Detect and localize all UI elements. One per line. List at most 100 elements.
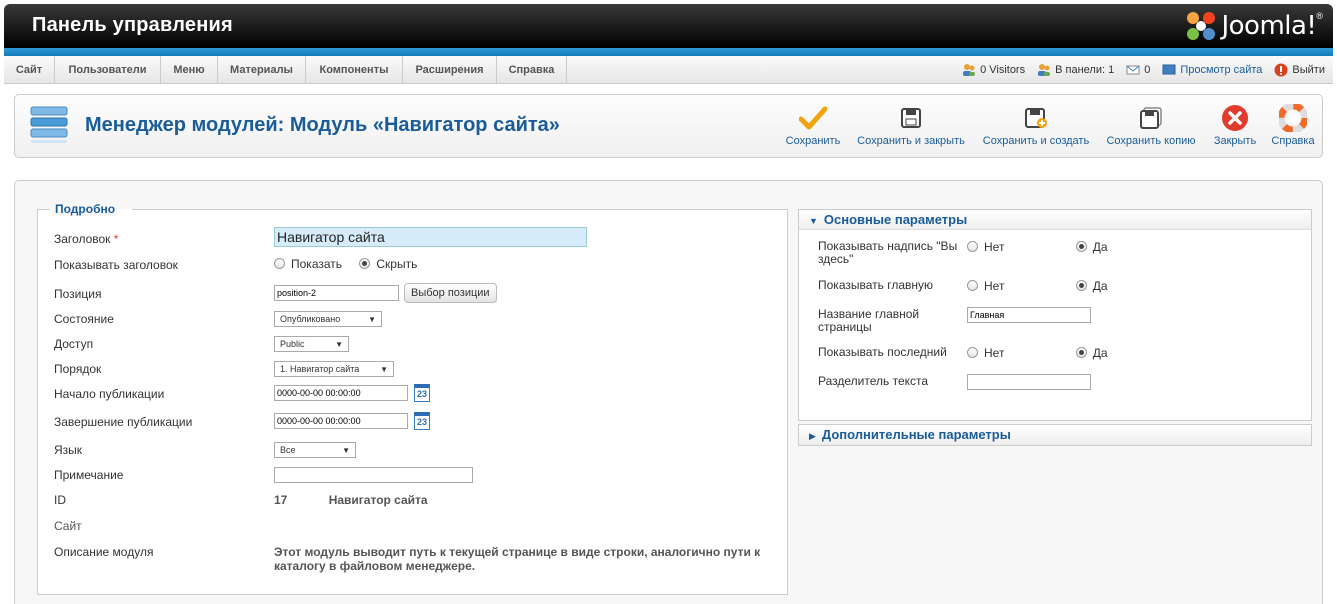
show-title-radios: Показать Скрыть [274, 257, 417, 271]
show-home-radios: Нет Да [967, 279, 1108, 293]
show-home-label: Показывать главную [818, 278, 934, 292]
order-select[interactable]: 1. Навигатор сайта ▼ [274, 361, 394, 377]
show-here-opt-yes: Да [1092, 240, 1108, 254]
dropdown-arrow-icon: ▼ [368, 314, 376, 324]
language-select[interactable]: Все ▼ [274, 442, 356, 458]
close-icon [1222, 105, 1248, 131]
advanced-options-pane[interactable]: ▶ Дополнительные параметры [798, 424, 1312, 446]
state-select[interactable]: Опубликовано ▼ [274, 311, 382, 327]
module-description-label: Описание модуля [54, 545, 154, 559]
admins-count: В панели: 1 [1055, 64, 1115, 76]
users-icon [963, 64, 976, 76]
joomla-logo[interactable]: Joomla! ® [1185, 9, 1323, 43]
logout-icon [1274, 63, 1288, 77]
calendar-icon[interactable]: 23 [414, 412, 430, 430]
dropdown-arrow-icon: ▼ [342, 445, 350, 455]
show-title-label: Показывать заголовок [54, 258, 178, 272]
order-label: Порядок [54, 362, 102, 376]
menu-item-help[interactable]: Справка [497, 56, 567, 84]
menu-item-content[interactable]: Материалы [218, 56, 306, 84]
advanced-options-header[interactable]: ▶ Дополнительные параметры [799, 425, 1311, 445]
save-new-button[interactable]: Сохранить и создать [981, 103, 1091, 151]
dropdown-arrow-icon: ▼ [380, 364, 388, 374]
show-here-radio-no[interactable] [967, 241, 978, 252]
status-area: 0 Visitors В панели: 1 0 Просмотр сайта … [950, 56, 1325, 84]
logout-link[interactable]: Выйти [1274, 63, 1325, 77]
show-home-radio-no[interactable] [967, 280, 978, 291]
menu-item-extensions[interactable]: Расширения [403, 56, 497, 84]
logout-label: Выйти [1292, 64, 1325, 76]
visitors-status: 0 Visitors [962, 63, 1025, 77]
access-select[interactable]: Public ▼ [274, 336, 349, 352]
help-button[interactable]: Справка [1269, 103, 1317, 151]
position-label: Позиция [54, 287, 102, 301]
separator-input[interactable] [967, 374, 1091, 390]
show-last-radio-yes[interactable] [1075, 347, 1087, 358]
dropdown-arrow-icon: ▼ [335, 339, 343, 349]
show-here-label: Показывать надпись "Вы здесь" [818, 239, 958, 266]
note-input[interactable] [274, 467, 473, 483]
header-title: Панель управления [32, 14, 233, 36]
position-input[interactable] [274, 285, 399, 301]
messages-status[interactable]: 0 [1126, 64, 1150, 76]
show-here-radio-yes[interactable] [1075, 241, 1087, 252]
title-input[interactable] [274, 227, 587, 247]
publish-start-label: Начало публикации [54, 387, 165, 401]
menu-item-users[interactable]: Пользователи [55, 56, 161, 84]
details-fieldset: Подробно Заголовок * Показывать заголово… [37, 202, 788, 595]
page-title: Менеджер модулей: Модуль «Навигатор сайт… [85, 114, 560, 136]
show-last-opt-no: Нет [984, 346, 1005, 360]
show-last-opt-yes: Да [1092, 346, 1108, 360]
save-copy-button[interactable]: Сохранить копию [1105, 103, 1197, 151]
save-close-button[interactable]: Сохранить и закрыть [855, 103, 967, 151]
publish-end-input[interactable] [274, 413, 408, 429]
home-name-input[interactable] [967, 307, 1091, 323]
show-title-radio-hide[interactable] [359, 258, 371, 269]
home-name-label: Название главной страницы [818, 307, 920, 334]
show-here-opt-no: Нет [984, 240, 1005, 254]
mail-icon [1126, 65, 1140, 75]
publish-start-input[interactable] [274, 385, 408, 401]
triangle-right-icon: ▶ [809, 431, 816, 441]
calendar-icon[interactable]: 23 [414, 384, 430, 402]
messages-count: 0 [1144, 64, 1151, 76]
monitor-icon [1162, 64, 1176, 75]
visitors-count: 0 Visitors [980, 64, 1026, 76]
view-site-link[interactable]: Просмотр сайта [1162, 64, 1262, 76]
toolbar-box: Менеджер модулей: Модуль «Навигатор сайт… [14, 94, 1323, 158]
floppy-copy-icon [1140, 107, 1162, 129]
state-label: Состояние [54, 312, 114, 326]
lifebuoy-icon [1279, 104, 1307, 132]
show-title-opt-hide: Скрыть [376, 257, 418, 271]
menu-item-site[interactable]: Сайт [4, 56, 55, 84]
logo-registered-mark: ® [1316, 11, 1323, 21]
basic-options-header[interactable]: ▼ Основные параметры [799, 210, 1311, 230]
show-title-radio-show[interactable] [274, 258, 285, 269]
show-last-radios: Нет Да [967, 346, 1108, 360]
show-last-radio-no[interactable] [967, 347, 978, 358]
access-label: Доступ [54, 337, 94, 351]
joomla-logo-text: Joomla! [1221, 11, 1317, 41]
id-display: 17 Навигатор сайта [274, 493, 428, 507]
admin-users-icon [1038, 64, 1051, 76]
module-description-text: Этот модуль выводит путь к текущей стран… [274, 545, 761, 573]
menu-item-menus[interactable]: Меню [161, 56, 218, 84]
basic-options-pane: ▼ Основные параметры Показывать надпись "… [798, 209, 1312, 421]
close-label: Закрыть [1213, 135, 1257, 147]
admin-header: Панель управления Joomla! ® [4, 4, 1333, 48]
main-menu-bar: Сайт Пользователи Меню Материалы Компоне… [4, 56, 1333, 84]
site-label: Сайт [54, 519, 82, 533]
language-label: Язык [54, 443, 83, 457]
publish-end-label: Завершение публикации [54, 415, 193, 429]
save-button[interactable]: Сохранить [783, 103, 843, 151]
title-label: Заголовок * [54, 232, 119, 246]
menu-item-components[interactable]: Компоненты [306, 56, 403, 84]
id-value: 17 [274, 493, 288, 507]
admins-status: В панели: 1 [1037, 63, 1114, 77]
select-position-button[interactable]: Выбор позиции [404, 283, 497, 303]
show-home-opt-no: Нет [984, 279, 1005, 293]
save-close-label: Сохранить и закрыть [857, 135, 965, 147]
close-button[interactable]: Закрыть [1211, 103, 1259, 151]
show-home-radio-yes[interactable] [1075, 280, 1087, 291]
floppy-disk-icon [901, 108, 921, 128]
